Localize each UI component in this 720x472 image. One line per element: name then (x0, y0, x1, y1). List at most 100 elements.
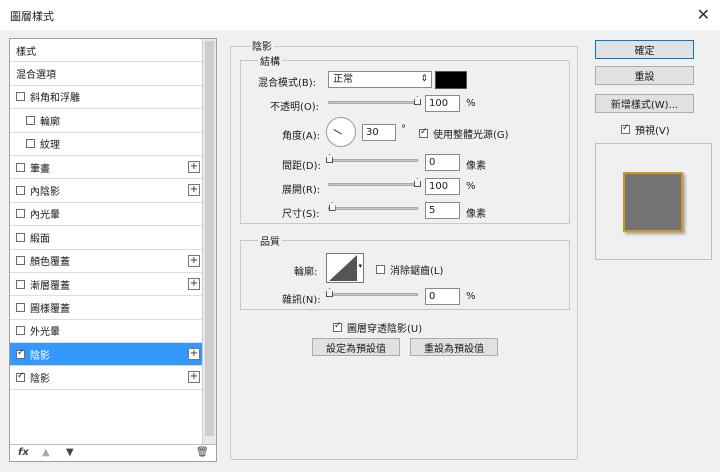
reset-default-button[interactable]: 重設為預設值 (410, 338, 498, 356)
distance-label: 間距(D): (282, 161, 321, 172)
size-unit: 像素 (466, 209, 486, 220)
reset-button[interactable]: 重設 (595, 66, 694, 85)
opacity-unit: % (466, 98, 476, 109)
style-checkbox[interactable] (16, 209, 25, 219)
style-list-item[interactable]: 圖樣覆蓋 (10, 296, 203, 320)
style-checkbox[interactable] (16, 162, 25, 172)
global-light-label: 使用整體光源(G) (433, 130, 509, 141)
noise-label: 雜訊(N): (282, 295, 321, 306)
style-list-item[interactable]: 混合選項 (10, 62, 203, 86)
size-input[interactable]: 5 (425, 202, 460, 219)
chevron-updown-icon: ⇕ (420, 74, 428, 84)
style-checkbox[interactable] (16, 348, 25, 359)
knockout-checkbox[interactable]: 圖層穿透陰影(U) (333, 320, 422, 335)
anti-alias-checkbox[interactable]: 消除鋸齒(L) (376, 262, 443, 277)
style-list-toolbar: fx ▲ ▼ 🗑 (10, 444, 216, 461)
opacity-input[interactable]: 100 (425, 95, 460, 112)
knockout-check-icon (333, 321, 342, 332)
distance-input[interactable]: 0 (425, 154, 460, 171)
move-down-icon[interactable]: ▼ (66, 447, 74, 458)
style-list-item[interactable]: 漸層覆蓋 + (10, 273, 203, 297)
style-checkbox[interactable] (16, 256, 25, 266)
style-list-item[interactable]: 內光暈 (10, 203, 203, 227)
blend-mode-select[interactable]: 正常 ⇕ (328, 71, 432, 88)
noise-input[interactable]: 0 (425, 288, 460, 305)
noise-slider[interactable] (326, 288, 418, 297)
add-effect-icon[interactable]: + (188, 371, 200, 384)
style-list-item[interactable]: 輪廓 (10, 109, 203, 133)
style-checkbox[interactable] (16, 232, 25, 242)
angle-dial-hand (333, 129, 342, 135)
add-effect-icon[interactable]: + (188, 277, 200, 290)
preview-label: 預視(V) (635, 126, 670, 137)
style-checkbox[interactable] (26, 115, 35, 125)
style-checkbox[interactable] (16, 186, 25, 196)
style-list-item-label: 圖樣覆蓋 (30, 303, 70, 315)
angle-dial[interactable] (326, 117, 356, 147)
add-effect-icon[interactable]: + (188, 348, 200, 361)
spread-slider[interactable] (328, 178, 421, 187)
style-list-item-label: 斜角和浮雕 (30, 93, 80, 105)
style-list-item[interactable]: 外光暈 (10, 320, 203, 344)
ok-button[interactable]: 確定 (595, 40, 694, 59)
new-style-button[interactable]: 新增樣式(W)... (595, 94, 694, 113)
add-effect-icon[interactable]: + (188, 254, 200, 267)
add-effect-icon[interactable]: + (188, 184, 200, 197)
style-checkbox[interactable] (16, 371, 25, 383)
style-list-item[interactable]: 樣式 (10, 39, 203, 63)
add-effect-icon[interactable]: + (188, 160, 200, 173)
move-up-icon[interactable]: ▲ (42, 447, 50, 458)
close-icon[interactable]: ✕ (697, 5, 710, 24)
style-list-item-label: 緞面 (30, 233, 50, 245)
window-title: 圖層樣式 (10, 10, 54, 23)
size-slider[interactable] (328, 202, 418, 211)
style-list-item-label: 漸層覆蓋 (30, 280, 70, 292)
style-list-item-label: 內陰影 (30, 187, 60, 199)
chevron-down-icon: ▾ (358, 262, 362, 270)
spread-input[interactable]: 100 (425, 178, 460, 195)
style-checkbox[interactable] (16, 279, 25, 289)
distance-slider[interactable] (326, 154, 418, 163)
style-list: 樣式混合選項斜角和浮雕輪廓紋理筆畫 + 內陰影 + 內光暈緞面顏色覆蓋 + 漸層覆蓋 + 圖樣覆… (10, 39, 203, 445)
preview-thumbnail (595, 143, 712, 260)
style-list-item[interactable]: 筆畫 + (10, 156, 203, 180)
style-list-item[interactable]: 陰影 + (10, 366, 203, 390)
trash-icon[interactable]: 🗑 (196, 447, 209, 458)
fx-icon[interactable]: fx (18, 447, 29, 458)
style-list-item[interactable]: 顏色覆蓋 + (10, 250, 203, 273)
style-list-item-label: 輪廓 (40, 116, 60, 128)
spread-unit: % (466, 181, 476, 192)
anti-alias-check-icon (376, 265, 385, 274)
style-list-item-label: 樣式 (16, 46, 36, 58)
style-list-item-label: 陰影 (30, 374, 50, 386)
style-list-item[interactable]: 斜角和浮雕 (10, 86, 203, 110)
drop-shadow-title: 陰影 (250, 38, 274, 53)
preview-square (623, 172, 683, 232)
style-list-item[interactable]: 緞面 (10, 226, 203, 250)
preview-checkbox[interactable]: 預視(V) (621, 122, 670, 137)
global-light-checkbox[interactable]: 使用整體光源(G) (419, 126, 509, 141)
style-list-item[interactable]: 內陰影 + (10, 179, 203, 203)
style-checkbox[interactable] (16, 92, 25, 102)
contour-picker[interactable]: ▾ (326, 253, 364, 283)
scrollbar-thumb[interactable] (205, 41, 214, 436)
global-light-check-icon (419, 127, 428, 138)
opacity-slider[interactable] (328, 96, 421, 105)
angle-input[interactable]: 30 (362, 124, 396, 141)
style-list-item[interactable]: 陰影 + (10, 343, 203, 367)
style-list-item[interactable]: 紋理 (10, 133, 203, 156)
style-list-item-label: 顏色覆蓋 (30, 257, 70, 269)
angle-unit: ° (401, 124, 406, 135)
style-list-item-label: 外光暈 (30, 327, 60, 339)
style-checkbox[interactable] (16, 302, 25, 312)
quality-title: 品質 (258, 233, 282, 248)
blend-mode-label: 混合模式(B): (258, 78, 317, 89)
style-checkbox[interactable] (26, 139, 35, 149)
style-checkbox[interactable] (16, 326, 25, 336)
style-list-item-label: 筆畫 (30, 163, 50, 175)
noise-unit: % (466, 291, 476, 302)
style-list-scrollbar[interactable] (202, 39, 216, 445)
make-default-button[interactable]: 設定為預設值 (312, 338, 400, 356)
opacity-label: 不透明(O): (270, 102, 320, 113)
shadow-color-swatch[interactable] (435, 71, 467, 89)
